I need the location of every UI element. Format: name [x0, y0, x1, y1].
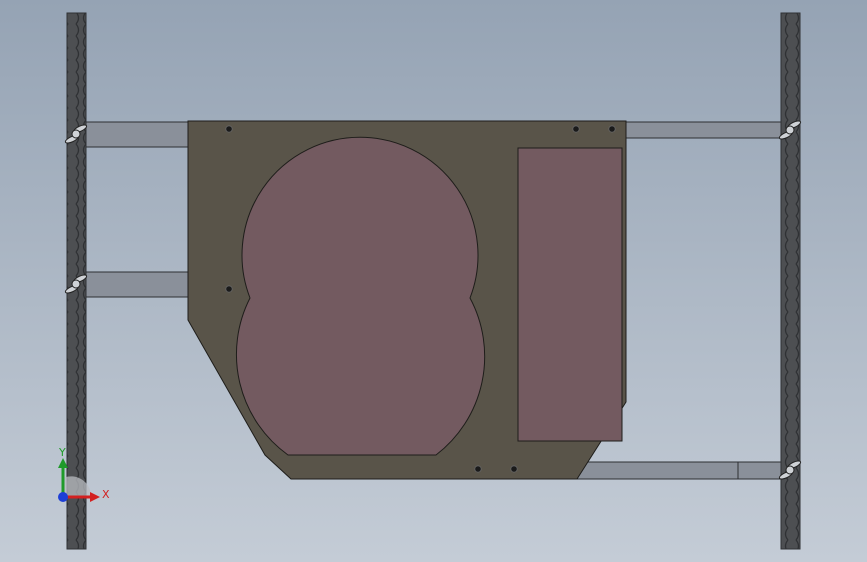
bar-mid-left[interactable] — [83, 271, 195, 298]
hole[interactable] — [510, 465, 518, 473]
hole[interactable] — [572, 125, 580, 133]
double-lobe-cutout[interactable] — [235, 136, 486, 456]
triad-label-y: Y — [58, 446, 66, 459]
rectangular-cutout[interactable] — [517, 147, 623, 442]
hole[interactable] — [225, 285, 233, 293]
hole[interactable] — [474, 465, 482, 473]
bar-bottom-right[interactable] — [574, 461, 787, 480]
cad-viewport[interactable]: Y X — [0, 0, 867, 562]
bar-top-left[interactable] — [83, 121, 195, 148]
triad-axis-z — [58, 492, 68, 502]
bar-top-right[interactable] — [619, 121, 787, 139]
triad-label-x: X — [102, 488, 110, 501]
hole[interactable] — [225, 125, 233, 133]
hole[interactable] — [608, 125, 616, 133]
cad-drawing[interactable]: Y X — [0, 0, 867, 562]
